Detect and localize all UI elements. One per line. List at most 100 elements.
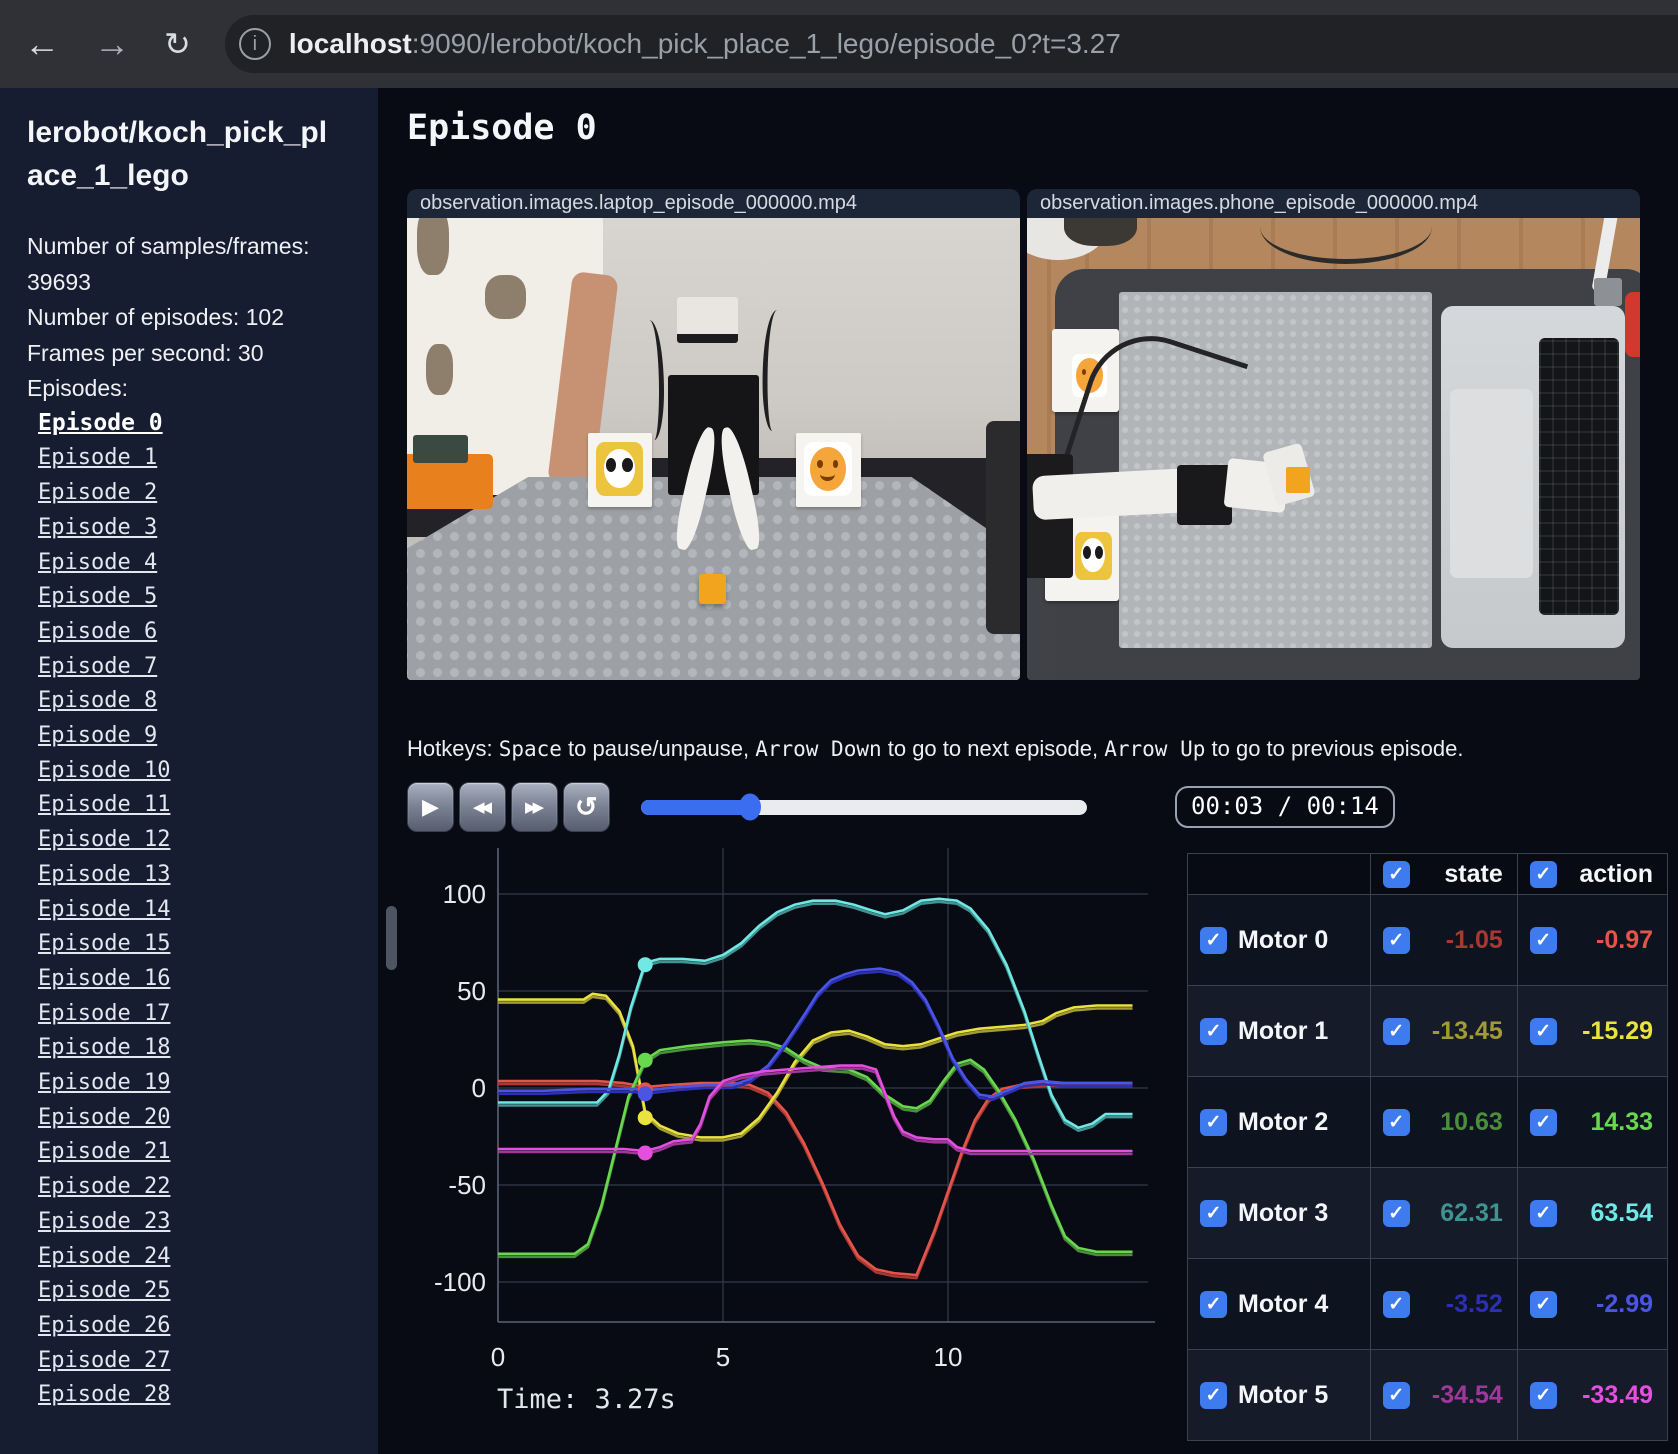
fast-forward-button[interactable]: ▶▶ — [511, 782, 558, 832]
sidebar-item-episode-23[interactable]: Episode 23 — [38, 1209, 170, 1234]
svg-text:-50: -50 — [448, 1170, 486, 1200]
rewind-icon: ◀◀ — [472, 798, 492, 816]
sidebar-item-episode-9[interactable]: Episode 9 — [38, 723, 157, 748]
robot-cable — [640, 319, 665, 440]
refresh-icon[interactable]: ↻ — [164, 28, 191, 60]
motor-5-state-checkbox[interactable]: ✓ — [1382, 1381, 1410, 1409]
sidebar-item-episode-22[interactable]: Episode 22 — [38, 1174, 170, 1199]
motor-chart[interactable]: 100 50 0 -50 -100 0 5 10 — [420, 848, 1160, 1454]
motor-0-checkbox[interactable]: ✓ — [1200, 926, 1227, 954]
site-info-icon[interactable]: i — [238, 28, 271, 60]
motor-3-checkbox[interactable]: ✓ — [1200, 1199, 1227, 1227]
motor-4-checkbox[interactable]: ✓ — [1200, 1290, 1227, 1318]
episode-list-item: Episode 18 — [38, 1032, 358, 1067]
svg-text:0: 0 — [472, 1073, 486, 1103]
sidebar-item-episode-0[interactable]: Episode 0 — [38, 410, 163, 436]
sidebar-item-episode-5[interactable]: Episode 5 — [38, 584, 157, 609]
sidebar-item-episode-8[interactable]: Episode 8 — [38, 688, 157, 713]
motor-0-action-checkbox[interactable]: ✓ — [1529, 926, 1557, 954]
sidebar: lerobot/koch_pick_place_1_lego Number of… — [0, 88, 378, 1454]
play-button[interactable]: ▶ — [407, 782, 454, 832]
sidebar-item-episode-1[interactable]: Episode 1 — [38, 445, 157, 470]
sidebar-item-episode-20[interactable]: Episode 20 — [38, 1105, 170, 1130]
space-key-label: Space — [498, 737, 562, 761]
sidebar-item-episode-6[interactable]: Episode 6 — [38, 619, 157, 644]
loop-button[interactable]: ↻ — [563, 782, 610, 832]
sidebar-item-episode-17[interactable]: Episode 17 — [38, 1001, 170, 1026]
sidebar-item-episode-16[interactable]: Episode 16 — [38, 966, 170, 991]
video-title-phone: observation.images.phone_episode_000000.… — [1027, 189, 1640, 218]
seek-slider[interactable] — [641, 793, 1087, 821]
sidebar-item-episode-13[interactable]: Episode 13 — [38, 862, 170, 887]
dataset-info-line: Number of episodes: 102 — [27, 304, 284, 331]
sidebar-item-episode-18[interactable]: Episode 18 — [38, 1035, 170, 1060]
motor-3-action-checkbox[interactable]: ✓ — [1529, 1199, 1557, 1227]
motor-5-action-checkbox[interactable]: ✓ — [1529, 1381, 1557, 1409]
url-path: :9090/lerobot/koch_pick_place_1_lego/epi… — [411, 28, 1121, 59]
sidebar-item-episode-7[interactable]: Episode 7 — [38, 654, 157, 679]
sidebar-item-episode-11[interactable]: Episode 11 — [38, 792, 170, 817]
seek-slider-thumb[interactable] — [739, 793, 762, 821]
table-row-motor-5: ✓ Motor 5 ✓ -34.54 ✓ -33.49 — [1187, 1349, 1669, 1441]
action-column-checkbox[interactable]: ✓ — [1529, 860, 1557, 888]
sidebar-item-episode-4[interactable]: Episode 4 — [38, 550, 157, 575]
table-row-motor-3: ✓ Motor 3 ✓ 62.31 ✓ 63.54 — [1187, 1167, 1669, 1259]
sidebar-item-episode-26[interactable]: Episode 26 — [38, 1313, 170, 1338]
motor-1-checkbox[interactable]: ✓ — [1200, 1017, 1227, 1045]
state-column-checkbox[interactable]: ✓ — [1382, 860, 1410, 888]
sidebar-item-episode-28[interactable]: Episode 28 — [38, 1382, 170, 1407]
arrow-up-key-label: Arrow Up — [1104, 737, 1206, 761]
video-card-phone: observation.images.phone_episode_000000.… — [1027, 189, 1640, 680]
motor-1-state-checkbox[interactable]: ✓ — [1382, 1017, 1410, 1045]
motor-3-state-checkbox[interactable]: ✓ — [1382, 1199, 1410, 1227]
motor-2-action-value: 14.33 — [1590, 1107, 1653, 1136]
svg-text:10: 10 — [934, 1342, 963, 1372]
action-column-header: ✓ action — [1516, 853, 1669, 895]
sidebar-item-episode-25[interactable]: Episode 25 — [38, 1278, 170, 1303]
sidebar-item-episode-12[interactable]: Episode 12 — [38, 827, 170, 852]
episode-list-item: Episode 4 — [38, 547, 358, 582]
charger — [1594, 278, 1622, 306]
sidebar-item-episode-14[interactable]: Episode 14 — [38, 897, 170, 922]
motor-2-state-checkbox[interactable]: ✓ — [1382, 1108, 1410, 1136]
motor-2-checkbox[interactable]: ✓ — [1200, 1108, 1227, 1136]
motor-4-state-checkbox[interactable]: ✓ — [1382, 1290, 1410, 1318]
motor-4-action-checkbox[interactable]: ✓ — [1529, 1290, 1557, 1318]
laptop-video[interactable] — [407, 218, 1020, 680]
motor-5-checkbox[interactable]: ✓ — [1200, 1381, 1227, 1409]
back-icon[interactable]: ← — [24, 26, 60, 62]
laptop-video-frame — [407, 218, 1020, 680]
sidebar-item-episode-27[interactable]: Episode 27 — [38, 1348, 170, 1373]
video-card-laptop: observation.images.laptop_episode_000000… — [407, 189, 1020, 680]
episode-list: Episode 0 Episode 1 Episode 2 Episode 3 Epis… — [27, 407, 358, 1414]
episode-list-item: Episode 22 — [38, 1171, 358, 1206]
sidebar-item-episode-2[interactable]: Episode 2 — [38, 480, 157, 505]
phone-video[interactable] — [1027, 218, 1640, 680]
orange-lego-brick — [698, 573, 726, 604]
sidebar-item-episode-19[interactable]: Episode 19 — [38, 1070, 170, 1095]
sidebar-item-episode-21[interactable]: Episode 21 — [38, 1139, 170, 1164]
sidebar-item-episode-15[interactable]: Episode 15 — [38, 931, 170, 956]
motor-2-state-value: 10.63 — [1440, 1107, 1503, 1136]
motor-0-state-checkbox[interactable]: ✓ — [1382, 926, 1410, 954]
chart-time-label: Time: 3.27s — [497, 1384, 676, 1415]
url-bar[interactable]: i localhost:9090/lerobot/koch_pick_place… — [224, 15, 1678, 73]
episode-list-item: Episode 6 — [38, 616, 358, 651]
orange-lego-brick — [1286, 467, 1310, 493]
sidebar-item-episode-10[interactable]: Episode 10 — [38, 758, 170, 783]
scrollbar-thumb[interactable] — [386, 906, 397, 970]
keyboard — [1538, 338, 1619, 616]
episode-list-item: Episode 16 — [38, 963, 358, 998]
svg-text:5: 5 — [716, 1342, 730, 1372]
rewind-button[interactable]: ◀◀ — [459, 782, 506, 832]
episode-list-item: Episode 21 — [38, 1136, 358, 1171]
motor-1-action-checkbox[interactable]: ✓ — [1529, 1017, 1557, 1045]
episode-list-item: Episode 14 — [38, 894, 358, 929]
svg-text:100: 100 — [443, 879, 486, 909]
svg-text:50: 50 — [457, 976, 486, 1006]
forward-icon[interactable]: → — [94, 26, 130, 62]
sidebar-item-episode-3[interactable]: Episode 3 — [38, 515, 157, 540]
sidebar-item-episode-24[interactable]: Episode 24 — [38, 1244, 170, 1269]
smiley-box — [796, 432, 861, 507]
motor-2-action-checkbox[interactable]: ✓ — [1529, 1108, 1557, 1136]
